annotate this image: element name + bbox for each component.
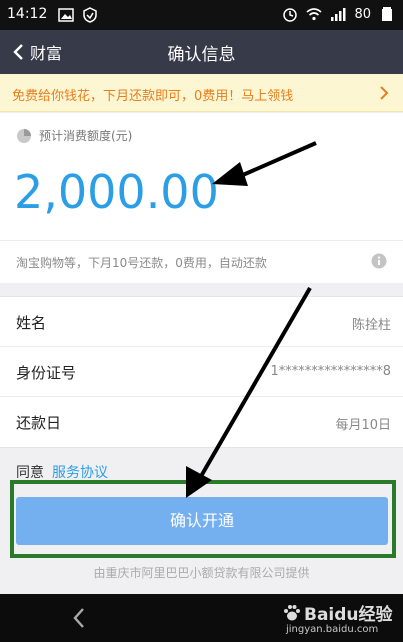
confirm-activate-button[interactable]: 确认开通 [16, 497, 388, 545]
promo-banner[interactable]: 免费给你钱花，下月还款即可，0费用！马上领钱 [0, 74, 403, 112]
battery-icon [382, 7, 392, 21]
info-value: 每月10日 [335, 418, 391, 433]
info-row-repayment-day: 还款日 每月10日 [0, 397, 403, 447]
watermark-url: jingyan.baidu.com [286, 624, 379, 635]
amount-label: 预计消费额度(元) [39, 129, 133, 143]
agreement-prefix: 同意 [16, 465, 44, 481]
status-bar: 14:12 80 [0, 0, 403, 30]
user-info-list: 姓名 陈拴柱 身份证号 1****************8 还款日 每月10日 [0, 296, 403, 448]
divider [0, 240, 403, 241]
system-back-icon[interactable] [70, 606, 88, 630]
info-value: 1****************8 [270, 364, 391, 379]
watermark-name: Baidu经验 [304, 605, 393, 625]
page-title: 确认信息 [167, 45, 236, 65]
battery-level: 80 [354, 6, 371, 22]
info-key: 身份证号 [16, 364, 77, 382]
info-key: 姓名 [16, 314, 47, 332]
chevron-right-icon [380, 86, 389, 100]
agreement-row: 同意 服务协议 [16, 462, 108, 482]
amount-value: 2,000.00 [14, 165, 219, 219]
signal-icon [331, 8, 346, 21]
pie-chart-icon [17, 128, 31, 143]
credit-amount-card: 预计消费额度(元) 2,000.00 淘宝购物等，下月10号还款，0费用，自动还… [0, 113, 403, 283]
info-key: 还款日 [16, 414, 62, 432]
service-agreement-link[interactable]: 服务协议 [52, 465, 108, 481]
baidu-paw-icon [284, 604, 300, 620]
info-row-id-number: 身份证号 1****************8 [0, 347, 403, 397]
baidu-watermark: Baidu经验 jingyan.baidu.com [282, 600, 398, 640]
nav-bar: 财富 确认信息 [0, 30, 403, 74]
promo-text: 免费给你钱花，下月还款即可，0费用！马上领钱 [12, 89, 294, 104]
info-icon[interactable] [371, 253, 387, 269]
alarm-icon [283, 8, 298, 22]
shield-icon [83, 7, 97, 23]
amount-note: 淘宝购物等，下月10号还款，0费用，自动还款 [16, 256, 267, 270]
info-value: 陈拴柱 [351, 318, 391, 333]
info-row-name: 姓名 陈拴柱 [0, 297, 403, 347]
provider-note: 由重庆市阿里巴巴小额贷款有限公司提供 [93, 566, 310, 580]
status-time: 14:12 [7, 6, 48, 22]
image-icon [58, 8, 74, 22]
wifi-icon [306, 8, 322, 21]
